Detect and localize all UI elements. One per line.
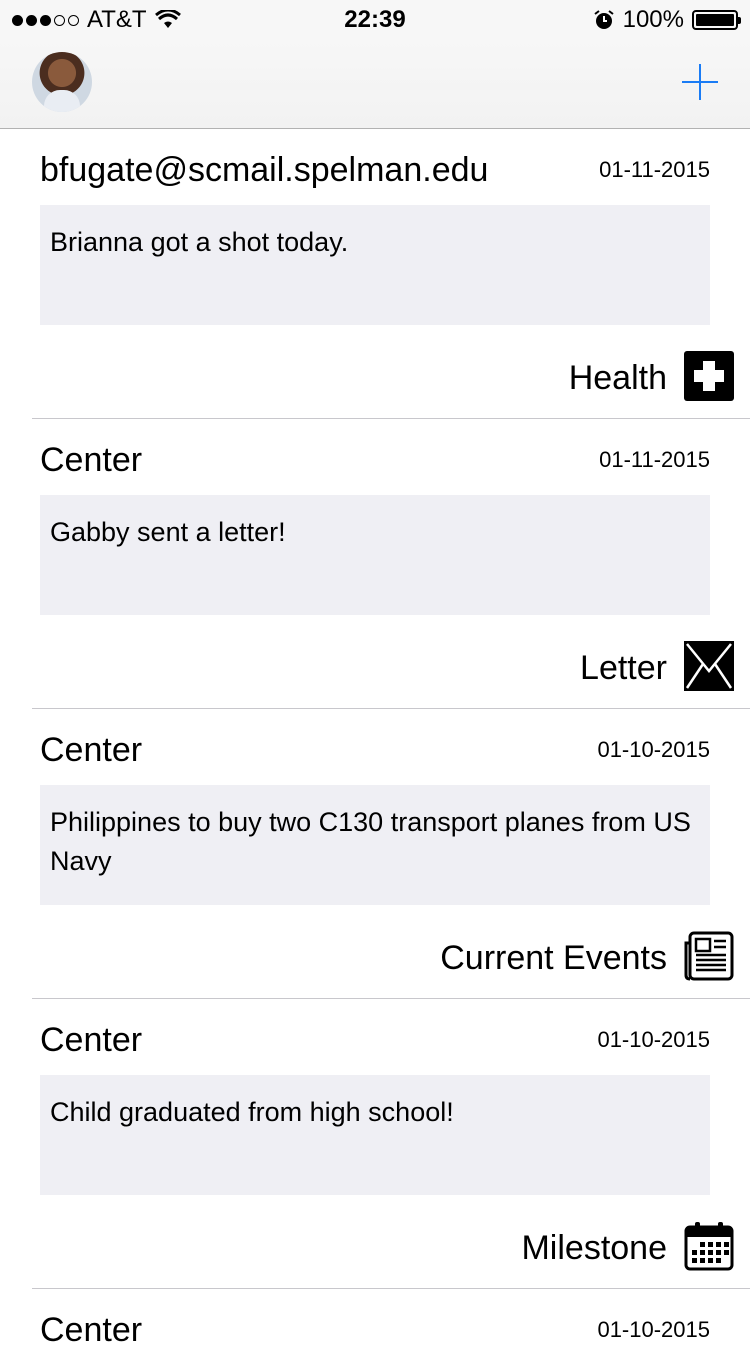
- battery-icon: [692, 10, 741, 30]
- entry-author: bfugate@scmail.spelman.edu: [40, 151, 489, 189]
- battery-percent: 100%: [622, 6, 684, 33]
- envelope-icon: [684, 641, 734, 691]
- alarm-icon: [594, 10, 614, 29]
- feed-entry[interactable]: Center 01-10-2015 Child graduated from h…: [0, 999, 750, 1289]
- entry-date: 01-10-2015: [597, 737, 710, 762]
- entry-category: Current Events: [440, 939, 667, 977]
- entry-date: 01-10-2015: [597, 1317, 710, 1342]
- feed-entry[interactable]: Center 01-11-2015 Gabby sent a letter! L…: [0, 419, 750, 709]
- entry-date: 01-11-2015: [599, 157, 710, 182]
- calendar-icon: [684, 1222, 734, 1271]
- entry-category: Health: [568, 359, 667, 397]
- health-cross-icon: [684, 351, 734, 401]
- add-button[interactable]: [680, 62, 720, 102]
- navigation-bar: [0, 40, 750, 129]
- entry-author: Center: [40, 441, 143, 479]
- entry-note: Brianna got a shot today.: [40, 205, 710, 325]
- entry-category: Letter: [580, 649, 667, 687]
- newspaper-icon: [684, 931, 734, 981]
- entry-note: Philippines to buy two C130 transport pl…: [40, 785, 710, 905]
- entry-author: Center: [40, 1021, 143, 1059]
- entry-date: 01-11-2015: [599, 447, 710, 472]
- entry-author: Center: [40, 1311, 143, 1349]
- entry-author: Center: [40, 731, 143, 769]
- feed-entry[interactable]: Center 01-10-2015 Philippines to buy two…: [0, 709, 750, 999]
- entry-note: Gabby sent a letter!: [40, 495, 710, 615]
- avatar[interactable]: [32, 52, 92, 112]
- entry-date: 01-10-2015: [597, 1027, 710, 1052]
- status-bar: AT&T 22:39 100%: [0, 0, 750, 40]
- feed-entry[interactable]: bfugate@scmail.spelman.edu 01-11-2015 Br…: [0, 129, 750, 419]
- entry-note: Child graduated from high school!: [40, 1075, 710, 1195]
- feed-entry[interactable]: Center 01-10-2015: [0, 1289, 750, 1349]
- timeline-feed: bfugate@scmail.spelman.edu 01-11-2015 Br…: [0, 129, 750, 1349]
- entry-category: Milestone: [521, 1229, 667, 1267]
